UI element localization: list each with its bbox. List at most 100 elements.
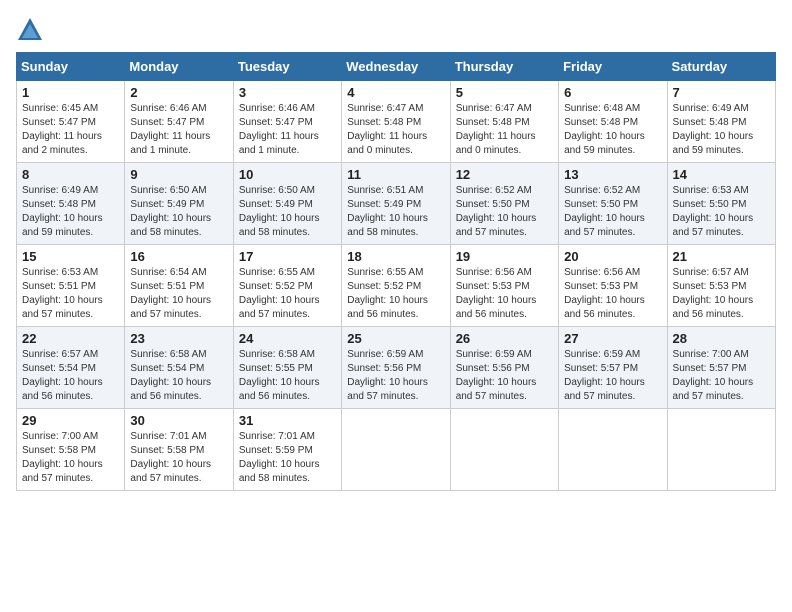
day-info: Sunrise: 6:59 AM Sunset: 5:56 PM Dayligh… <box>456 348 553 404</box>
day-cell: 23 Sunrise: 6:58 AM Sunset: 5:54 PM Dayli… <box>125 327 233 409</box>
day-cell: 1Sunrise: 6:45 AM Sunset: 5:47 PM Daylig… <box>17 81 125 163</box>
day-info: Sunrise: 6:55 AM Sunset: 5:52 PM Dayligh… <box>239 266 336 322</box>
day-number: 12 <box>456 167 553 182</box>
day-info: Sunrise: 6:55 AM Sunset: 5:52 PM Dayligh… <box>347 266 444 322</box>
day-number: 11 <box>347 167 444 182</box>
day-cell: 19Sunrise: 6:56 AM Sunset: 5:53 PM Dayli… <box>450 245 558 327</box>
column-header-friday: Friday <box>559 53 667 81</box>
day-number: 4 <box>347 85 444 100</box>
day-info: Sunrise: 7:01 AM Sunset: 5:59 PM Dayligh… <box>239 430 336 486</box>
week-row-3: 15 Sunrise: 6:53 AM Sunset: 5:51 PM Dayli… <box>17 245 776 327</box>
column-header-sunday: Sunday <box>17 53 125 81</box>
day-info: Sunrise: 6:47 AM Sunset: 5:48 PM Dayligh… <box>347 102 444 158</box>
day-cell: 20Sunrise: 6:56 AM Sunset: 5:53 PM Dayli… <box>559 245 667 327</box>
day-cell <box>667 409 775 491</box>
day-number: 13 <box>564 167 661 182</box>
logo-icon <box>16 16 44 44</box>
day-info: Sunrise: 6:56 AM Sunset: 5:53 PM Dayligh… <box>564 266 661 322</box>
day-info: Sunrise: 6:52 AM Sunset: 5:50 PM Dayligh… <box>564 184 661 240</box>
day-number: 28 <box>673 331 770 346</box>
day-info: Sunrise: 6:53 AM Sunset: 5:51 PM Dayligh… <box>22 266 119 322</box>
week-row-1: 1Sunrise: 6:45 AM Sunset: 5:47 PM Daylig… <box>17 81 776 163</box>
day-info: Sunrise: 6:54 AM Sunset: 5:51 PM Dayligh… <box>130 266 227 322</box>
day-cell: 8Sunrise: 6:49 AM Sunset: 5:48 PM Daylig… <box>17 163 125 245</box>
day-cell: 27 Sunrise: 6:59 AM Sunset: 5:57 PM Dayli… <box>559 327 667 409</box>
day-number: 10 <box>239 167 336 182</box>
day-cell: 18 Sunrise: 6:55 AM Sunset: 5:52 PM Dayli… <box>342 245 450 327</box>
day-info: Sunrise: 6:46 AM Sunset: 5:47 PM Dayligh… <box>239 102 336 158</box>
column-header-wednesday: Wednesday <box>342 53 450 81</box>
day-info: Sunrise: 6:50 AM Sunset: 5:49 PM Dayligh… <box>239 184 336 240</box>
column-header-tuesday: Tuesday <box>233 53 341 81</box>
day-number: 18 <box>347 249 444 264</box>
day-info: Sunrise: 6:48 AM Sunset: 5:48 PM Dayligh… <box>564 102 661 158</box>
day-cell: 17 Sunrise: 6:55 AM Sunset: 5:52 PM Dayli… <box>233 245 341 327</box>
column-header-thursday: Thursday <box>450 53 558 81</box>
day-info: Sunrise: 6:53 AM Sunset: 5:50 PM Dayligh… <box>673 184 770 240</box>
day-number: 30 <box>130 413 227 428</box>
day-cell: 3 Sunrise: 6:46 AM Sunset: 5:47 PM Daylig… <box>233 81 341 163</box>
day-number: 22 <box>22 331 119 346</box>
day-info: Sunrise: 6:49 AM Sunset: 5:48 PM Dayligh… <box>673 102 770 158</box>
day-number: 26 <box>456 331 553 346</box>
day-info: Sunrise: 6:58 AM Sunset: 5:54 PM Dayligh… <box>130 348 227 404</box>
day-number: 31 <box>239 413 336 428</box>
day-number: 25 <box>347 331 444 346</box>
day-cell: 2 Sunrise: 6:46 AM Sunset: 5:47 PM Daylig… <box>125 81 233 163</box>
day-info: Sunrise: 7:00 AM Sunset: 5:58 PM Dayligh… <box>22 430 119 486</box>
day-number: 29 <box>22 413 119 428</box>
day-info: Sunrise: 6:51 AM Sunset: 5:49 PM Dayligh… <box>347 184 444 240</box>
day-number: 21 <box>673 249 770 264</box>
day-cell: 21 Sunrise: 6:57 AM Sunset: 5:53 PM Dayli… <box>667 245 775 327</box>
day-number: 16 <box>130 249 227 264</box>
logo <box>16 16 48 44</box>
day-number: 14 <box>673 167 770 182</box>
day-info: Sunrise: 6:57 AM Sunset: 5:53 PM Dayligh… <box>673 266 770 322</box>
day-cell: 31 Sunrise: 7:01 AM Sunset: 5:59 PM Dayli… <box>233 409 341 491</box>
day-info: Sunrise: 6:46 AM Sunset: 5:47 PM Dayligh… <box>130 102 227 158</box>
day-cell: 16 Sunrise: 6:54 AM Sunset: 5:51 PM Dayli… <box>125 245 233 327</box>
day-cell: 15 Sunrise: 6:53 AM Sunset: 5:51 PM Dayli… <box>17 245 125 327</box>
day-cell: 11 Sunrise: 6:51 AM Sunset: 5:49 PM Dayli… <box>342 163 450 245</box>
column-header-saturday: Saturday <box>667 53 775 81</box>
day-number: 5 <box>456 85 553 100</box>
day-cell: 29 Sunrise: 7:00 AM Sunset: 5:58 PM Dayli… <box>17 409 125 491</box>
day-info: Sunrise: 6:50 AM Sunset: 5:49 PM Dayligh… <box>130 184 227 240</box>
day-cell: 12Sunrise: 6:52 AM Sunset: 5:50 PM Dayli… <box>450 163 558 245</box>
week-row-2: 8Sunrise: 6:49 AM Sunset: 5:48 PM Daylig… <box>17 163 776 245</box>
day-cell: 9 Sunrise: 6:50 AM Sunset: 5:49 PM Daylig… <box>125 163 233 245</box>
day-cell: 7 Sunrise: 6:49 AM Sunset: 5:48 PM Daylig… <box>667 81 775 163</box>
day-number: 7 <box>673 85 770 100</box>
day-number: 24 <box>239 331 336 346</box>
day-info: Sunrise: 6:45 AM Sunset: 5:47 PM Dayligh… <box>22 102 119 158</box>
day-number: 17 <box>239 249 336 264</box>
day-cell: 14 Sunrise: 6:53 AM Sunset: 5:50 PM Dayli… <box>667 163 775 245</box>
column-header-monday: Monday <box>125 53 233 81</box>
header-row: SundayMondayTuesdayWednesdayThursdayFrid… <box>17 53 776 81</box>
day-info: Sunrise: 6:57 AM Sunset: 5:54 PM Dayligh… <box>22 348 119 404</box>
day-cell <box>342 409 450 491</box>
day-cell: 28Sunrise: 7:00 AM Sunset: 5:57 PM Dayli… <box>667 327 775 409</box>
day-info: Sunrise: 6:47 AM Sunset: 5:48 PM Dayligh… <box>456 102 553 158</box>
day-cell: 10 Sunrise: 6:50 AM Sunset: 5:49 PM Dayli… <box>233 163 341 245</box>
day-number: 9 <box>130 167 227 182</box>
day-cell: 24 Sunrise: 6:58 AM Sunset: 5:55 PM Dayli… <box>233 327 341 409</box>
day-number: 2 <box>130 85 227 100</box>
week-row-4: 22 Sunrise: 6:57 AM Sunset: 5:54 PM Dayli… <box>17 327 776 409</box>
week-row-5: 29 Sunrise: 7:00 AM Sunset: 5:58 PM Dayli… <box>17 409 776 491</box>
day-info: Sunrise: 6:59 AM Sunset: 5:57 PM Dayligh… <box>564 348 661 404</box>
day-number: 23 <box>130 331 227 346</box>
day-number: 3 <box>239 85 336 100</box>
day-cell: 6Sunrise: 6:48 AM Sunset: 5:48 PM Daylig… <box>559 81 667 163</box>
day-cell <box>450 409 558 491</box>
day-number: 27 <box>564 331 661 346</box>
day-cell: 4 Sunrise: 6:47 AM Sunset: 5:48 PM Daylig… <box>342 81 450 163</box>
day-cell <box>559 409 667 491</box>
day-cell: 25Sunrise: 6:59 AM Sunset: 5:56 PM Dayli… <box>342 327 450 409</box>
day-cell: 22 Sunrise: 6:57 AM Sunset: 5:54 PM Dayli… <box>17 327 125 409</box>
day-number: 15 <box>22 249 119 264</box>
calendar-header: SundayMondayTuesdayWednesdayThursdayFrid… <box>17 53 776 81</box>
day-info: Sunrise: 6:58 AM Sunset: 5:55 PM Dayligh… <box>239 348 336 404</box>
day-cell: 13 Sunrise: 6:52 AM Sunset: 5:50 PM Dayli… <box>559 163 667 245</box>
day-info: Sunrise: 6:49 AM Sunset: 5:48 PM Dayligh… <box>22 184 119 240</box>
